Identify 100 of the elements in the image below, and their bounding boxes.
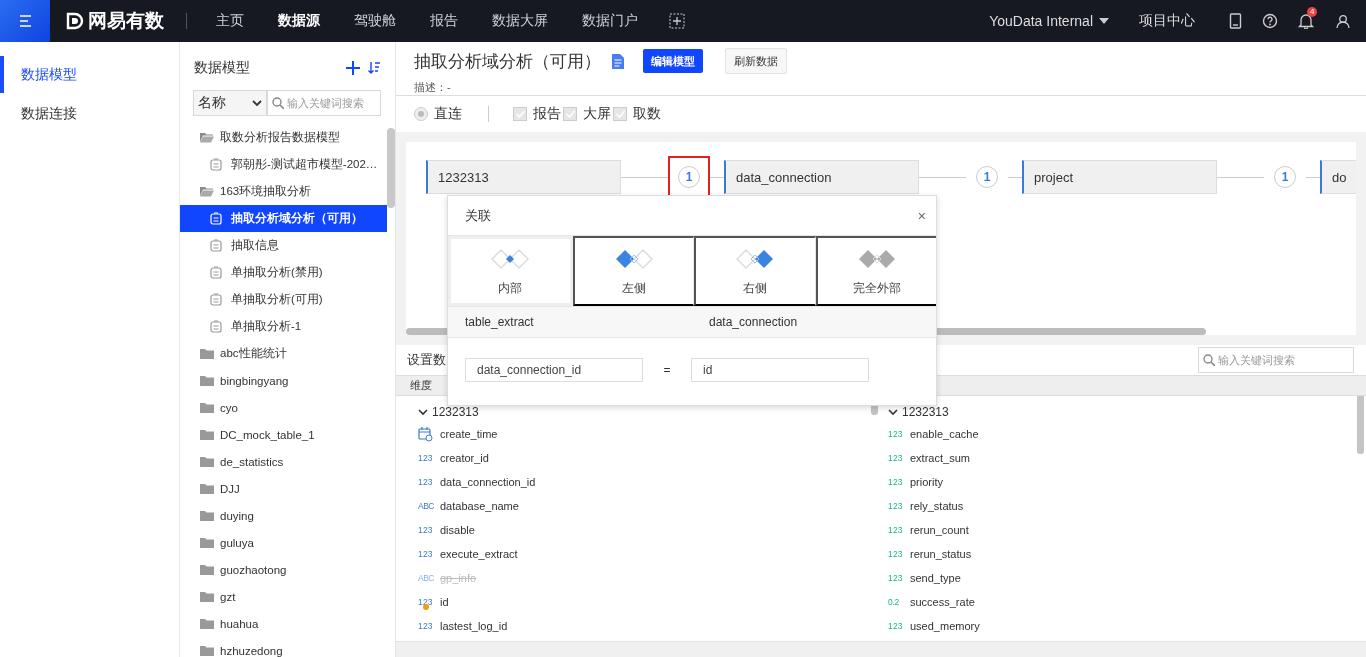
type-label: 0.2 [888,597,899,607]
field-name[interactable]: database_name [440,500,519,512]
tree-item[interactable]: 取数分析报告数据模型 [180,124,387,151]
field-name[interactable]: disable [440,524,475,536]
nav-item[interactable]: 数据大屏 [475,12,565,30]
tree-item[interactable]: hzhuzedong [180,637,387,657]
field-name[interactable]: rely_status [910,500,964,512]
field-name[interactable]: send_type [910,572,961,584]
tree-item[interactable]: 单抽取分析(禁用) [180,259,387,286]
type-label: 123 [888,573,903,583]
document-icon[interactable] [611,52,625,70]
tree-item[interactable]: 抽取信息 [180,232,387,259]
type-label: 123 [888,477,903,487]
tree-item[interactable]: 郭朝彤-测试超市模型-202… [180,151,387,178]
nav-item[interactable]: 主页 [199,12,261,30]
tree-item[interactable]: bingbingyang [180,367,387,394]
scrollbar[interactable] [387,128,395,208]
nav-item[interactable]: 驾驶舱 [337,12,413,30]
field-name[interactable]: create_time [440,428,498,440]
model-icon [210,239,222,252]
type-label: 123 [418,525,433,535]
field-name[interactable]: enable_cache [910,428,979,440]
close-button[interactable]: × [917,207,926,224]
field-name[interactable]: data_connection_id [440,476,536,488]
field-name[interactable]: lastest_log_id [440,620,508,632]
tree-item[interactable]: gzt [180,583,387,610]
tree-item[interactable]: cyo [180,394,387,421]
join-badge[interactable]: 1 [976,166,998,188]
search-field[interactable]: 输入关键词搜索 [1198,347,1354,373]
tablet-icon[interactable] [1229,13,1242,29]
checkbox-label: 大屏 [583,105,611,123]
bell-icon[interactable] [1298,13,1314,29]
tree-item[interactable]: DC_mock_table_1 [180,421,387,448]
field-name[interactable]: priority [910,476,943,488]
tree-item[interactable]: huahua [180,610,387,637]
table-node[interactable]: do [1320,160,1356,194]
type-label: 123 [888,453,903,463]
tree-item[interactable]: de_statistics [180,448,387,475]
model-icon [210,158,222,171]
table-node[interactable]: data_connection [724,160,919,194]
sidebar-item[interactable]: 数据连接 [0,95,179,132]
chevron-down-icon[interactable] [888,408,898,416]
check-icon [514,109,526,119]
join-badge[interactable]: 1 [1274,166,1296,188]
type-label: 123 [888,621,903,631]
join-type-option[interactable]: 内部 [448,236,573,306]
tree-item[interactable]: guluya [180,529,387,556]
tree-item[interactable]: 单抽取分析(可用) [180,286,387,313]
checkbox-label: 报告 [533,105,561,123]
field-name[interactable]: used_memory [910,620,980,632]
project-center-link[interactable]: 项目中心 [1139,12,1195,30]
table-node[interactable]: project [1022,160,1217,194]
edit-model-button[interactable]: 编辑模型 [643,49,703,73]
join-badge[interactable]: 1 [678,166,700,188]
type-label: 123 [418,549,433,559]
tree-item[interactable]: guozhaotong [180,556,387,583]
join-type-option[interactable]: 左侧 [572,236,694,306]
join-type-option[interactable]: 右侧 [694,236,816,306]
caret-icon [1099,18,1109,24]
user-icon[interactable] [1336,13,1350,29]
field-name[interactable]: extract_sum [910,452,970,464]
tree-item[interactable]: 163环境抽取分析 [180,178,387,205]
sort-icon[interactable] [368,61,381,74]
field-name[interactable]: creator_id [440,452,489,464]
menu-icon [18,14,32,28]
workspace-dropdown[interactable]: YouData Internal [989,13,1109,29]
chevron-down-icon[interactable] [418,408,428,416]
add-square-icon[interactable] [669,13,685,29]
field-select[interactable]: id [691,358,869,382]
description: 描述：- [414,80,452,95]
sidebar-item[interactable]: 数据模型 [0,56,179,93]
folder-icon [200,510,214,521]
refresh-data-button[interactable]: 刷新数据 [725,48,787,74]
nav-item[interactable]: 数据源 [261,12,337,30]
chevron-down-icon [252,99,262,107]
menu-button[interactable] [0,0,50,42]
tree-item[interactable]: duying [180,502,387,529]
tree-item[interactable]: 单抽取分析-1 [180,313,387,340]
tree-item[interactable]: abc性能统计 [180,340,387,367]
model-icon [210,293,222,306]
table-node[interactable]: 1232313 [426,160,621,194]
field-name[interactable]: execute_extract [440,548,518,560]
add-icon[interactable] [346,61,360,75]
field-name[interactable]: success_rate [910,596,975,608]
field-name[interactable]: rerun_status [910,548,972,560]
scrollbar[interactable] [1357,396,1364,454]
tree-item[interactable]: 抽取分析域分析（可用） [180,205,387,232]
panel-title: 数据模型 [194,59,251,77]
nav-item[interactable]: 数据门户 [565,12,655,30]
tree-item[interactable]: DJJ [180,475,387,502]
nav-item[interactable]: 报告 [413,12,475,30]
sort-select[interactable]: 名称 [193,90,267,116]
join-type-option[interactable]: 完全外部 [815,236,936,306]
field-name[interactable]: rerun_count [910,524,969,536]
field-select[interactable]: data_connection_id [465,358,643,382]
check-icon [564,109,576,119]
help-icon[interactable] [1262,13,1278,29]
field-name[interactable]: id [440,596,449,608]
folder-icon [200,456,214,467]
search-field[interactable]: 输入关键词搜索 [267,90,381,116]
